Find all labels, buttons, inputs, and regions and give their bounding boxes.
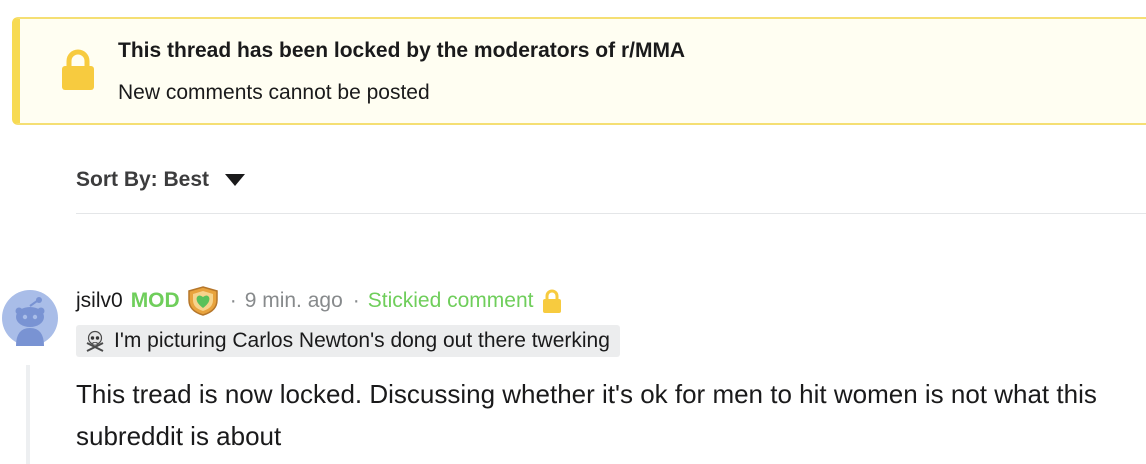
lock-icon	[543, 289, 562, 313]
flair-text: I'm picturing Carlos Newton's dong out t…	[114, 329, 610, 352]
meta-separator: ·	[352, 289, 360, 312]
sort-label: Sort By: Best	[76, 168, 210, 191]
sort-dropdown[interactable]: Sort By: Best	[76, 168, 246, 192]
comment-thread-line[interactable]	[26, 365, 30, 464]
comment-author[interactable]: jsilv0	[76, 289, 123, 313]
lock-icon	[62, 49, 94, 90]
sort-divider	[76, 213, 1146, 214]
skull-crossbones-icon	[86, 330, 104, 352]
comment-meta: jsilv0 MOD · 9 min. ago · Stickied comme…	[76, 285, 563, 317]
meta-separator: ·	[229, 289, 237, 312]
avatar[interactable]	[2, 290, 58, 346]
mod-shield-icon	[187, 286, 218, 316]
user-flair: I'm picturing Carlos Newton's dong out t…	[76, 325, 620, 357]
lock-notice-title: This thread has been locked by the moder…	[118, 39, 686, 62]
locked-thread-banner: This thread has been locked by the moder…	[12, 17, 1146, 125]
comment-body: This tread is now locked. Discussing whe…	[76, 379, 1097, 451]
comment-time[interactable]: 9 min. ago	[245, 289, 343, 313]
caret-down-icon	[225, 174, 246, 186]
lock-notice-subtitle: New comments cannot be posted	[118, 81, 430, 104]
mod-badge: MOD	[130, 289, 180, 312]
stickied-label: Stickied comment	[367, 289, 534, 312]
